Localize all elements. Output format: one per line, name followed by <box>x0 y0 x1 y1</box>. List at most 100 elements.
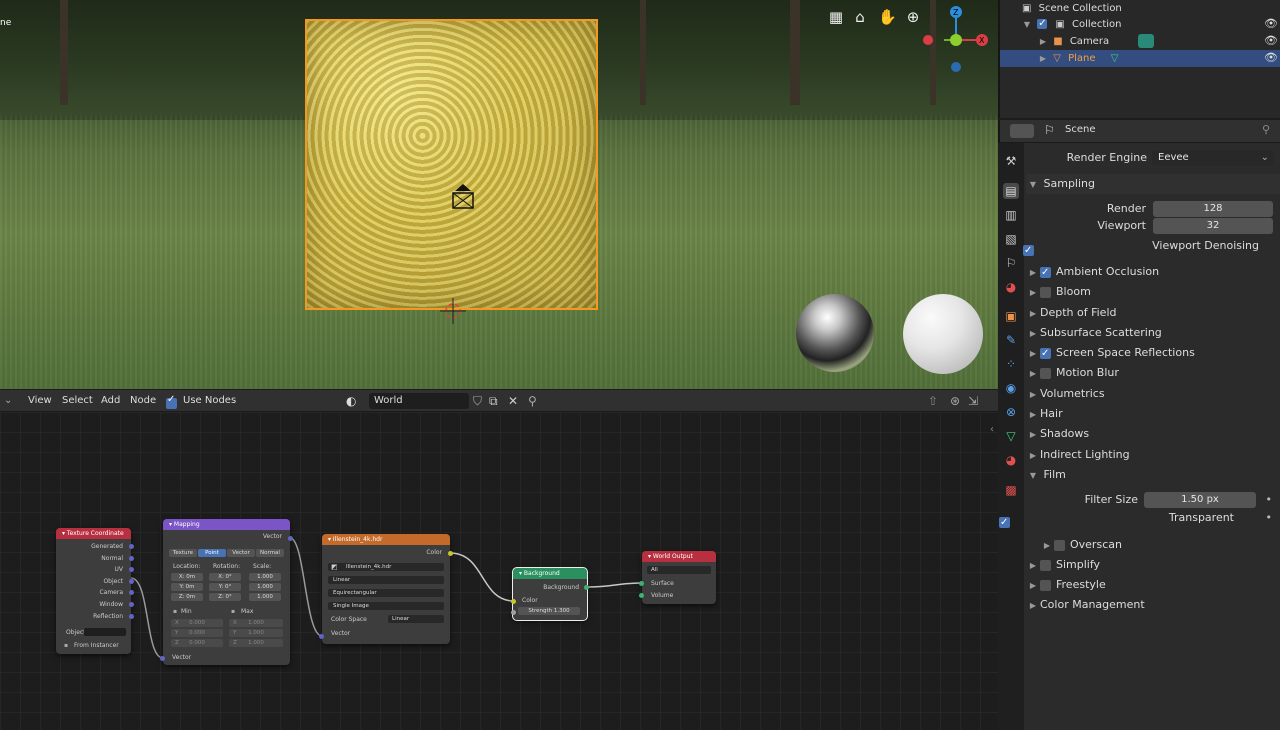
min-z-field[interactable]: Z 0.000 <box>171 639 223 647</box>
modifier-wrench-icon[interactable]: ✎ <box>1003 332 1019 348</box>
keyframe-dot-icon[interactable]: • <box>1266 490 1273 510</box>
panel-overscan[interactable]: ▶ Overscan <box>1026 535 1280 555</box>
output-target-dropdown[interactable]: All <box>647 566 711 574</box>
editor-type-dropdown[interactable] <box>1010 124 1034 138</box>
panel-indirect-lighting[interactable]: ▶ Indirect Lighting <box>1026 445 1280 465</box>
expand-arrow-icon[interactable]: ▼ <box>1020 16 1034 33</box>
panel-color-management[interactable]: ▶ Color Management <box>1026 595 1280 615</box>
max-x-field[interactable]: X 1.000 <box>229 619 283 627</box>
mesh-data-icon[interactable]: ▽ <box>1111 53 1119 64</box>
tool-icon[interactable]: ⚒ <box>1003 153 1019 169</box>
transparent-checkbox[interactable] <box>999 513 1010 533</box>
navigation-gizmo[interactable]: Z X <box>918 4 998 76</box>
source-dropdown[interactable]: Single Image <box>328 602 444 610</box>
keyframe-dot-icon[interactable]: • <box>1266 508 1273 528</box>
strength-field[interactable]: Strength 1.300 <box>518 607 580 615</box>
min-x-field[interactable]: X 0.000 <box>171 619 223 627</box>
image-datablock-field[interactable]: Illenstein_4k.hdr <box>328 563 444 571</box>
projection-dropdown[interactable]: Equirectangular <box>328 589 444 597</box>
panel-shadows[interactable]: ▶ Shadows <box>1026 424 1280 444</box>
menu-node[interactable]: Node <box>130 390 156 412</box>
grid-icon[interactable]: ▦ <box>827 8 845 26</box>
pin-icon[interactable]: ⚲ <box>528 390 537 412</box>
material-icon[interactable]: ◕ <box>1003 452 1019 468</box>
duplicate-icon[interactable]: ⧉ <box>489 390 498 412</box>
scale-x-field[interactable]: 1.000 <box>249 573 281 581</box>
view-layer-icon[interactable]: ▧ <box>1003 231 1019 247</box>
max-y-field[interactable]: Y 1.000 <box>229 629 283 637</box>
mesh-data-icon[interactable]: ▽ <box>1003 428 1019 444</box>
location-y-field[interactable]: Y: 0m <box>171 583 203 591</box>
output-icon[interactable]: ▥ <box>1003 207 1019 223</box>
selected-plane-object[interactable] <box>305 19 598 310</box>
panel-freestyle[interactable]: ▶ Freestyle <box>1026 575 1280 595</box>
overlay-options-icon[interactable]: ⇲ <box>968 390 978 412</box>
panel-volumetrics[interactable]: ▶ Volumetrics <box>1026 384 1280 404</box>
max-checkbox[interactable]: ▪ <box>231 608 235 615</box>
close-icon[interactable]: ✕ <box>508 390 518 412</box>
panel-bloom[interactable]: ▶ Bloom <box>1026 282 1280 302</box>
rotation-x-field[interactable]: X: 0° <box>209 573 241 581</box>
min-checkbox[interactable]: ▪ <box>173 608 177 615</box>
viewport-samples-field[interactable]: 32 <box>1153 218 1273 234</box>
rotation-z-field[interactable]: Z: 0° <box>209 593 241 601</box>
filter-size-field[interactable]: 1.50 px <box>1144 492 1256 508</box>
object-picker-field[interactable] <box>84 628 126 636</box>
interpolation-dropdown[interactable]: Linear <box>328 576 444 584</box>
panel-motion-blur[interactable]: ▶ Motion Blur <box>1026 363 1280 383</box>
viewport-denoising-row[interactable]: Viewport Denoising <box>1023 236 1280 261</box>
from-instancer-checkbox[interactable]: ▪ <box>64 642 68 649</box>
menu-add[interactable]: Add <box>101 390 120 412</box>
max-z-field[interactable]: Z 1.000 <box>229 639 283 647</box>
outliner-plane[interactable]: ▶ ▽ Plane ▽ <box>1000 50 1280 67</box>
menu-select[interactable]: Select <box>62 390 93 412</box>
panel-film[interactable]: ▼ Film <box>1026 465 1280 485</box>
mapping-node[interactable]: ▾ Mapping Vector Texture Point Vector No… <box>163 519 290 665</box>
scale-y-field[interactable]: 1.000 <box>249 583 281 591</box>
simplify-checkbox[interactable] <box>1040 559 1051 571</box>
motion-blur-checkbox[interactable] <box>1040 367 1051 379</box>
min-y-field[interactable]: Y 0.000 <box>171 629 223 637</box>
panel-ambient-occlusion[interactable]: ▶Ambient Occlusion <box>1026 262 1280 283</box>
mapping-tab-vector[interactable]: Vector <box>227 549 255 557</box>
3d-cursor-icon[interactable] <box>440 298 466 324</box>
3d-viewport[interactable]: ne ▦ ⌂ ✋ ⊕ Z X <box>0 0 998 389</box>
render-icon[interactable]: ▤ <box>1003 183 1019 199</box>
ssr-checkbox[interactable] <box>1040 344 1051 364</box>
camera-view-icon[interactable]: ⌂ <box>851 8 869 26</box>
hand-pan-icon[interactable]: ✋ <box>878 8 897 26</box>
environment-texture-node[interactable]: ▾ Illenstein_4k.hdr Color Illenstein_4k.… <box>322 534 450 644</box>
render-samples-field[interactable]: 128 <box>1153 201 1273 217</box>
camera-data-icon[interactable] <box>1138 34 1155 48</box>
world-name-field[interactable]: World <box>369 393 469 409</box>
world-output-node[interactable]: ▾ World Output All Surface Volume <box>642 551 716 604</box>
outliner-camera[interactable]: ▶ ■ Camera <box>1000 33 1280 50</box>
panel-screen-space-reflections[interactable]: ▶Screen Space Reflections <box>1026 343 1280 364</box>
constraints-icon[interactable]: ⊗ <box>1003 404 1019 420</box>
shield-icon[interactable]: ⛉ <box>473 390 482 412</box>
transparent-row[interactable]: Transparent • <box>999 508 1280 533</box>
pin-icon[interactable]: ⚲ <box>1262 123 1270 136</box>
overscan-checkbox[interactable] <box>1054 539 1065 551</box>
collection-checkbox[interactable] <box>1037 15 1048 32</box>
render-engine-dropdown[interactable]: Eevee ⌄ <box>1152 150 1274 166</box>
mapping-tab-normal[interactable]: Normal <box>256 549 284 557</box>
physics-icon[interactable]: ◉ <box>1003 380 1019 396</box>
rotation-y-field[interactable]: Y: 0° <box>209 583 241 591</box>
chevron-down-icon[interactable]: ⌄ <box>4 390 12 412</box>
freestyle-checkbox[interactable] <box>1040 579 1051 591</box>
background-node[interactable]: ▾ Background Background Color Strength 1… <box>512 567 588 621</box>
outliner-collection[interactable]: ▼ ▣ Collection <box>1000 15 1280 33</box>
world-icon[interactable]: ◐ <box>346 390 356 412</box>
light-gizmo-icon[interactable] <box>449 181 477 213</box>
visibility-eye-icon[interactable]: 👁 <box>1264 51 1278 64</box>
object-icon[interactable]: ▣ <box>1003 308 1019 324</box>
texture-icon[interactable]: ▩ <box>1003 482 1019 498</box>
mapping-tab-point[interactable]: Point <box>198 549 226 557</box>
expand-arrow-icon[interactable]: ▶ <box>1036 33 1050 50</box>
location-z-field[interactable]: Z: 0m <box>171 593 203 601</box>
panel-simplify[interactable]: ▶ Simplify <box>1026 555 1280 575</box>
ambient-occlusion-checkbox[interactable] <box>1040 263 1051 283</box>
particles-icon[interactable]: ⁘ <box>1003 356 1019 372</box>
scale-z-field[interactable]: 1.000 <box>249 593 281 601</box>
